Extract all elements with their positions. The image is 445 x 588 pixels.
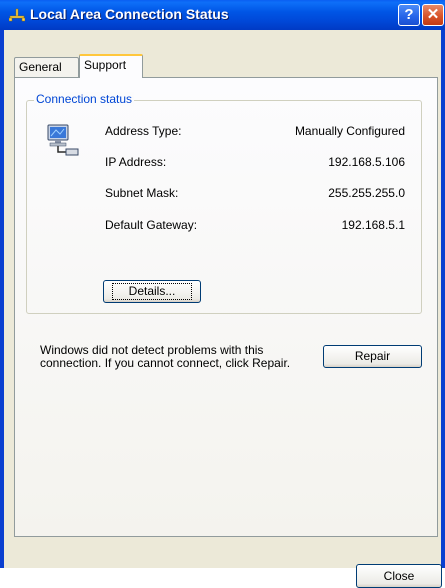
tab-support[interactable]: Support [79, 54, 143, 78]
network-computer-icon [47, 124, 79, 156]
repair-button[interactable]: Repair [323, 345, 422, 368]
tab-general[interactable]: General [14, 57, 79, 77]
ip-address-label: IP Address: [105, 155, 167, 169]
subnet-mask-value: 255.255.255.0 [328, 186, 405, 200]
details-button-label: Details... [111, 283, 193, 300]
window-title: Local Area Connection Status [30, 6, 229, 22]
subnet-mask-label: Subnet Mask: [105, 186, 179, 200]
default-gateway-label: Default Gateway: [105, 218, 198, 232]
connection-status-title: Connection status [34, 92, 135, 106]
repair-message: Windows did not detect problems with thi… [40, 343, 291, 370]
help-button[interactable]: ? [398, 4, 420, 26]
close-window-button[interactable]: ✕ [422, 4, 444, 26]
dialog-body: General Support Connection status Addres… [4, 30, 442, 588]
network-connection-icon [9, 8, 25, 22]
details-button[interactable]: Details... [103, 280, 201, 303]
default-gateway-value: 192.168.5.1 [341, 218, 405, 232]
dialog-window: Local Area Connection Status ? ✕ General… [0, 0, 445, 588]
ip-address-value: 192.168.5.106 [328, 155, 405, 169]
title-bar[interactable]: Local Area Connection Status ? ✕ [0, 0, 445, 30]
address-type-label: Address Type: [105, 124, 182, 138]
address-type-value: Manually Configured [294, 124, 405, 138]
